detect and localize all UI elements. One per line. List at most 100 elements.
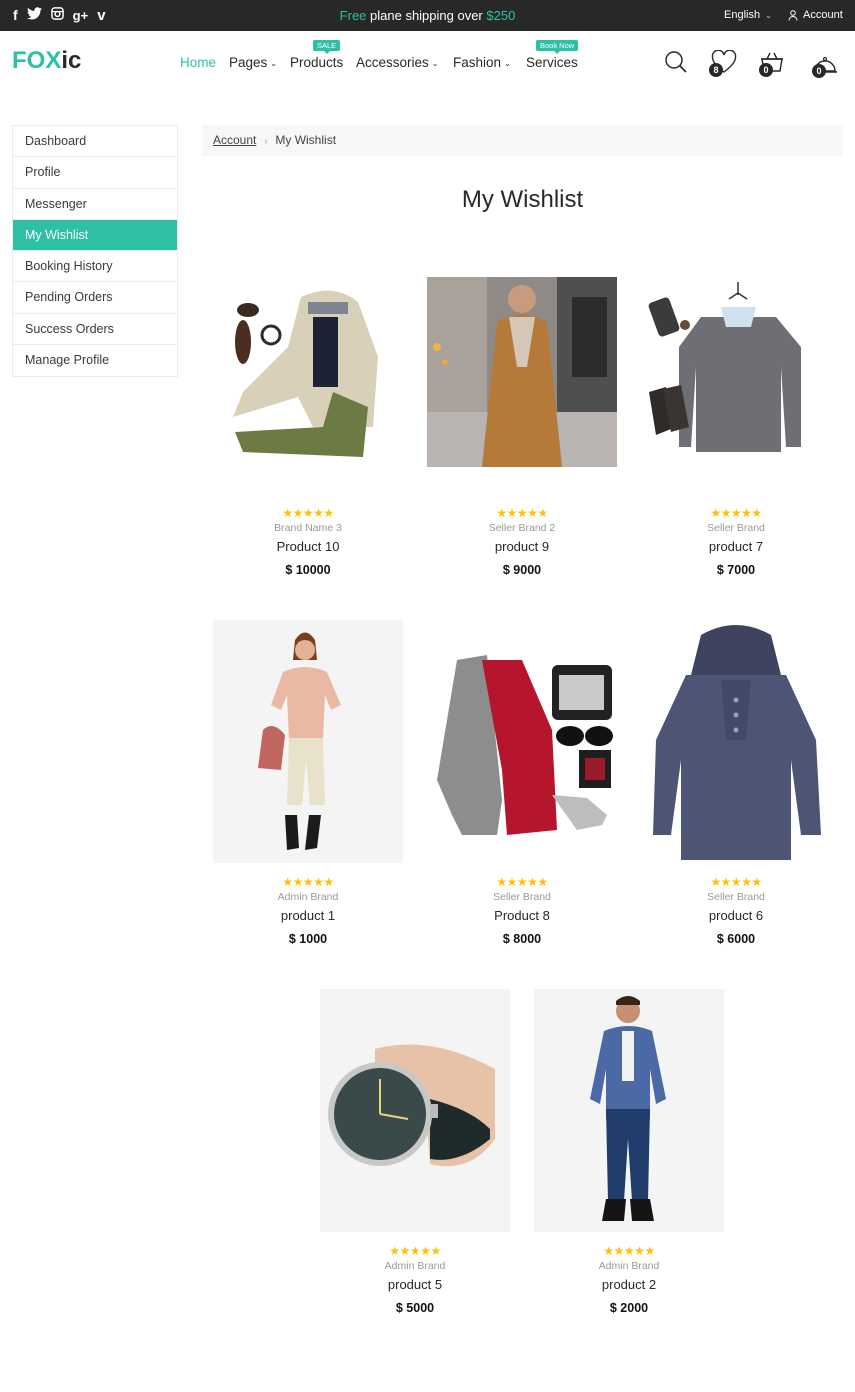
shipping-amount: $250 [486,8,516,23]
notification-count: 0 [812,64,826,78]
wishlist-count: 8 [709,63,723,77]
product-card[interactable]: ★★★★★ Admin Brand product 1 $ 1000 [213,620,403,946]
product-card[interactable]: ★★★★★ Seller Brand product 6 $ 6000 [641,620,831,946]
product-image[interactable] [427,277,617,467]
product-price: $ 9000 [502,563,542,577]
sidebar-item-my-wishlist[interactable]: My Wishlist [13,219,177,252]
chevron-down-icon: ⌄ [270,59,277,68]
rating-stars: ★★★★★ [496,506,548,520]
language-selector[interactable]: English ⌄ [724,9,772,21]
nav-pages[interactable]: Pages ⌄ [229,55,277,70]
nav-products[interactable]: SALE Products [290,40,344,70]
product-image[interactable] [320,989,510,1232]
product-brand: Brand Name 3 [274,522,342,534]
sale-badge: SALE [313,40,341,54]
product-name[interactable]: product 2 [534,1277,724,1293]
nav-fashion-label: Fashion [453,55,502,70]
notifications-button[interactable]: 0 [812,54,838,81]
book-now-badge: Book Now [536,40,579,54]
logo[interactable]: FOXic [12,47,81,75]
product-name[interactable]: Product 10 [213,539,403,555]
product-brand: Admin Brand [277,891,339,903]
breadcrumb-current: My Wishlist [275,133,337,147]
rating-stars: ★★★★★ [389,1244,441,1258]
product-price: $ 5000 [395,1301,435,1315]
product-brand: Seller Brand 2 [488,522,556,534]
sidebar-item-success-orders[interactable]: Success Orders [13,314,177,346]
cart-count: 0 [759,63,773,77]
rating-stars: ★★★★★ [496,875,548,889]
shipping-accent: Free [339,8,367,23]
product-card[interactable]: ★★★★★ Brand Name 3 Product 10 $ 10000 [213,277,403,577]
product-name[interactable]: product 6 [641,908,831,924]
product-card[interactable]: ★★★★★ Admin Brand product 2 $ 2000 [534,989,724,1315]
chevron-down-icon: ⌄ [504,59,511,68]
product-card[interactable]: ★★★★★ Seller Brand product 7 $ 7000 [641,277,831,577]
product-name[interactable]: Product 8 [427,908,617,924]
search-icon [665,51,687,73]
product-name[interactable]: product 5 [320,1277,510,1293]
product-name[interactable]: product 1 [213,908,403,924]
nav-accessories[interactable]: Accessories ⌄ [356,55,438,70]
nav-products-label: Products [290,55,344,70]
sidebar-item-pending-orders[interactable]: Pending Orders [13,282,177,314]
breadcrumb: Account › My Wishlist [202,125,843,156]
rating-stars: ★★★★★ [282,875,334,889]
account-label: Account [803,9,843,21]
sidebar-item-profile[interactable]: Profile [13,157,177,189]
page-title: My Wishlist [461,186,584,213]
cart-button[interactable]: 0 [759,50,785,79]
product-image[interactable] [641,277,831,467]
nav-accessories-label: Accessories [356,55,429,70]
account-sidebar: Dashboard Profile Messenger My Wishlist … [12,125,178,378]
product-card[interactable]: ★★★★★ Seller Brand 2 product 9 $ 9000 [427,277,617,577]
sidebar-item-dashboard[interactable]: Dashboard [13,126,177,158]
product-name[interactable]: product 9 [427,539,617,555]
language-label: English [724,9,761,21]
logo-part-2: ic [61,47,82,74]
product-price: $ 1000 [288,932,328,946]
sidebar-item-manage-profile[interactable]: Manage Profile [13,345,177,376]
nav-home-label: Home [180,55,217,70]
product-brand: Seller Brand [707,891,765,903]
nav-pages-label: Pages [229,55,268,70]
nav-home[interactable]: Home [180,55,216,70]
product-name[interactable]: product 7 [641,539,831,555]
product-card[interactable]: ★★★★★ Admin Brand product 5 $ 5000 [320,989,510,1315]
product-price: $ 10000 [285,563,331,577]
chevron-right-icon: › [264,136,268,146]
rating-stars: ★★★★★ [710,506,762,520]
product-brand: Admin Brand [598,1260,660,1272]
user-icon [788,9,798,21]
account-link[interactable]: Account [788,9,843,21]
product-image[interactable] [213,620,403,863]
nav-fashion[interactable]: Fashion ⌄ [453,55,511,70]
product-price: $ 6000 [716,932,756,946]
product-brand: Admin Brand [384,1260,446,1272]
search-button[interactable] [664,50,688,79]
product-image[interactable] [641,620,831,863]
product-price: $ 8000 [502,932,542,946]
rating-stars: ★★★★★ [603,1244,655,1258]
top-bar: f g+ v Free plane shipping over $250 Eng… [0,0,855,31]
sidebar-item-booking-history[interactable]: Booking History [13,251,177,283]
logo-part-1: FOX [12,47,62,74]
nav-services[interactable]: Book Now Services [526,40,579,70]
wishlist-button[interactable]: 8 [709,49,737,79]
product-brand: Seller Brand [707,522,765,534]
product-image[interactable] [213,277,403,467]
rating-stars: ★★★★★ [710,875,762,889]
product-image[interactable] [427,620,617,863]
chevron-down-icon: ⌄ [765,11,772,20]
rating-stars: ★★★★★ [282,506,334,520]
product-price: $ 2000 [609,1301,649,1315]
nav-services-label: Services [526,55,578,70]
product-card[interactable]: ★★★★★ Seller Brand Product 8 $ 8000 [427,620,617,946]
product-brand: Seller Brand [493,891,551,903]
product-image[interactable] [534,989,724,1232]
product-price: $ 7000 [716,563,756,577]
breadcrumb-account-link[interactable]: Account [213,133,256,147]
sidebar-item-messenger[interactable]: Messenger [13,189,177,220]
shipping-text: plane shipping over [366,8,487,23]
chevron-down-icon: ⌄ [431,59,439,68]
